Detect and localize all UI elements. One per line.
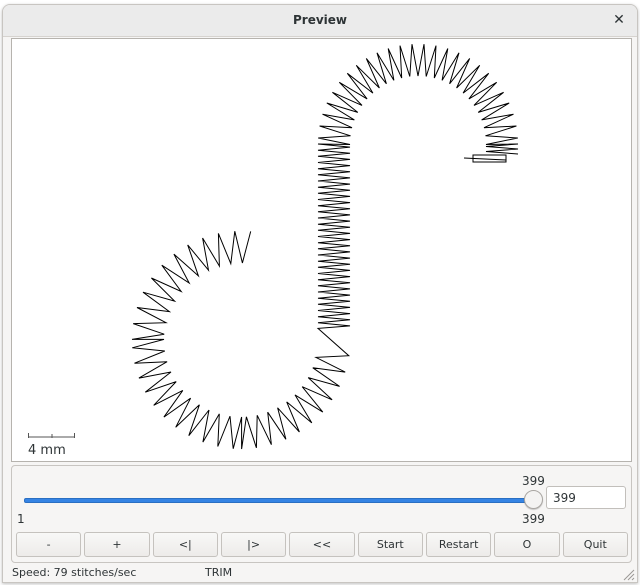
close-icon[interactable]: ✕ <box>609 10 629 30</box>
step-back-button[interactable]: <| <box>152 532 218 557</box>
scale-bar <box>28 433 75 438</box>
preview-window: Preview ✕ 4 mm 399 1 399 - + <| |> << St… <box>2 4 638 583</box>
stitch-slider-handle[interactable] <box>524 490 543 509</box>
quit-button[interactable]: Quit <box>562 532 628 557</box>
faster-button[interactable]: + <box>84 532 150 557</box>
resize-grip-icon[interactable] <box>621 567 635 581</box>
command-status: TRIM <box>205 566 233 579</box>
stitch-number-input[interactable] <box>546 486 626 509</box>
slider-min-label: 1 <box>17 512 25 526</box>
window-title: Preview <box>292 13 347 27</box>
stitch-preview-canvas: 4 mm <box>11 38 632 462</box>
slider-max-label: 399 <box>522 512 545 526</box>
slider-current-label: 399 <box>522 474 545 488</box>
trim-line <box>463 157 507 161</box>
start-button[interactable]: Start <box>357 532 423 557</box>
slower-button[interactable]: - <box>16 532 82 557</box>
status-bar: Speed: 79 stitches/sec TRIM <box>3 563 637 582</box>
playback-controls: 399 1 399 - + <| |> << Start Restart O Q… <box>11 465 632 563</box>
step-forward-button[interactable]: |> <box>220 532 287 557</box>
o-button[interactable]: O <box>494 532 560 557</box>
rewind-button[interactable]: << <box>289 532 355 557</box>
speed-status: Speed: 79 stitches/sec <box>12 566 137 579</box>
stitch-slider-track[interactable] <box>24 498 534 503</box>
satin-stitch-line <box>131 44 519 450</box>
restart-button[interactable]: Restart <box>425 532 492 557</box>
stitch-drawing <box>28 44 519 450</box>
button-row: - + <| |> << Start Restart O Quit <box>16 532 628 557</box>
title-bar[interactable]: Preview ✕ <box>3 5 637 37</box>
scale-label: 4 mm <box>28 443 66 458</box>
stitch-path <box>131 44 519 450</box>
